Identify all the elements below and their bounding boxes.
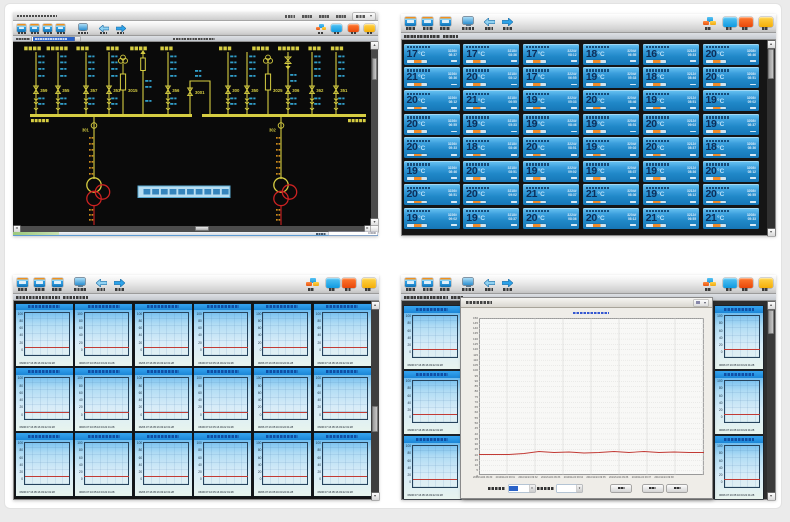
svg-text:302: 302: [269, 128, 277, 133]
svg-text:3015: 3015: [128, 88, 138, 93]
svg-text:300: 300: [232, 88, 240, 93]
svg-text:306: 306: [292, 88, 300, 93]
svg-text:301: 301: [82, 128, 90, 133]
svg-text:351: 351: [340, 88, 348, 93]
svg-text:353: 353: [113, 88, 121, 93]
svg-text:350: 350: [251, 88, 259, 93]
svg-text:3001: 3001: [195, 90, 205, 95]
svg-text:357: 357: [90, 88, 98, 93]
svg-text:355: 355: [62, 88, 70, 93]
svg-text:356: 356: [172, 88, 180, 93]
svg-text:3025: 3025: [273, 88, 283, 93]
svg-text:359: 359: [40, 88, 48, 93]
svg-text:362: 362: [316, 88, 324, 93]
